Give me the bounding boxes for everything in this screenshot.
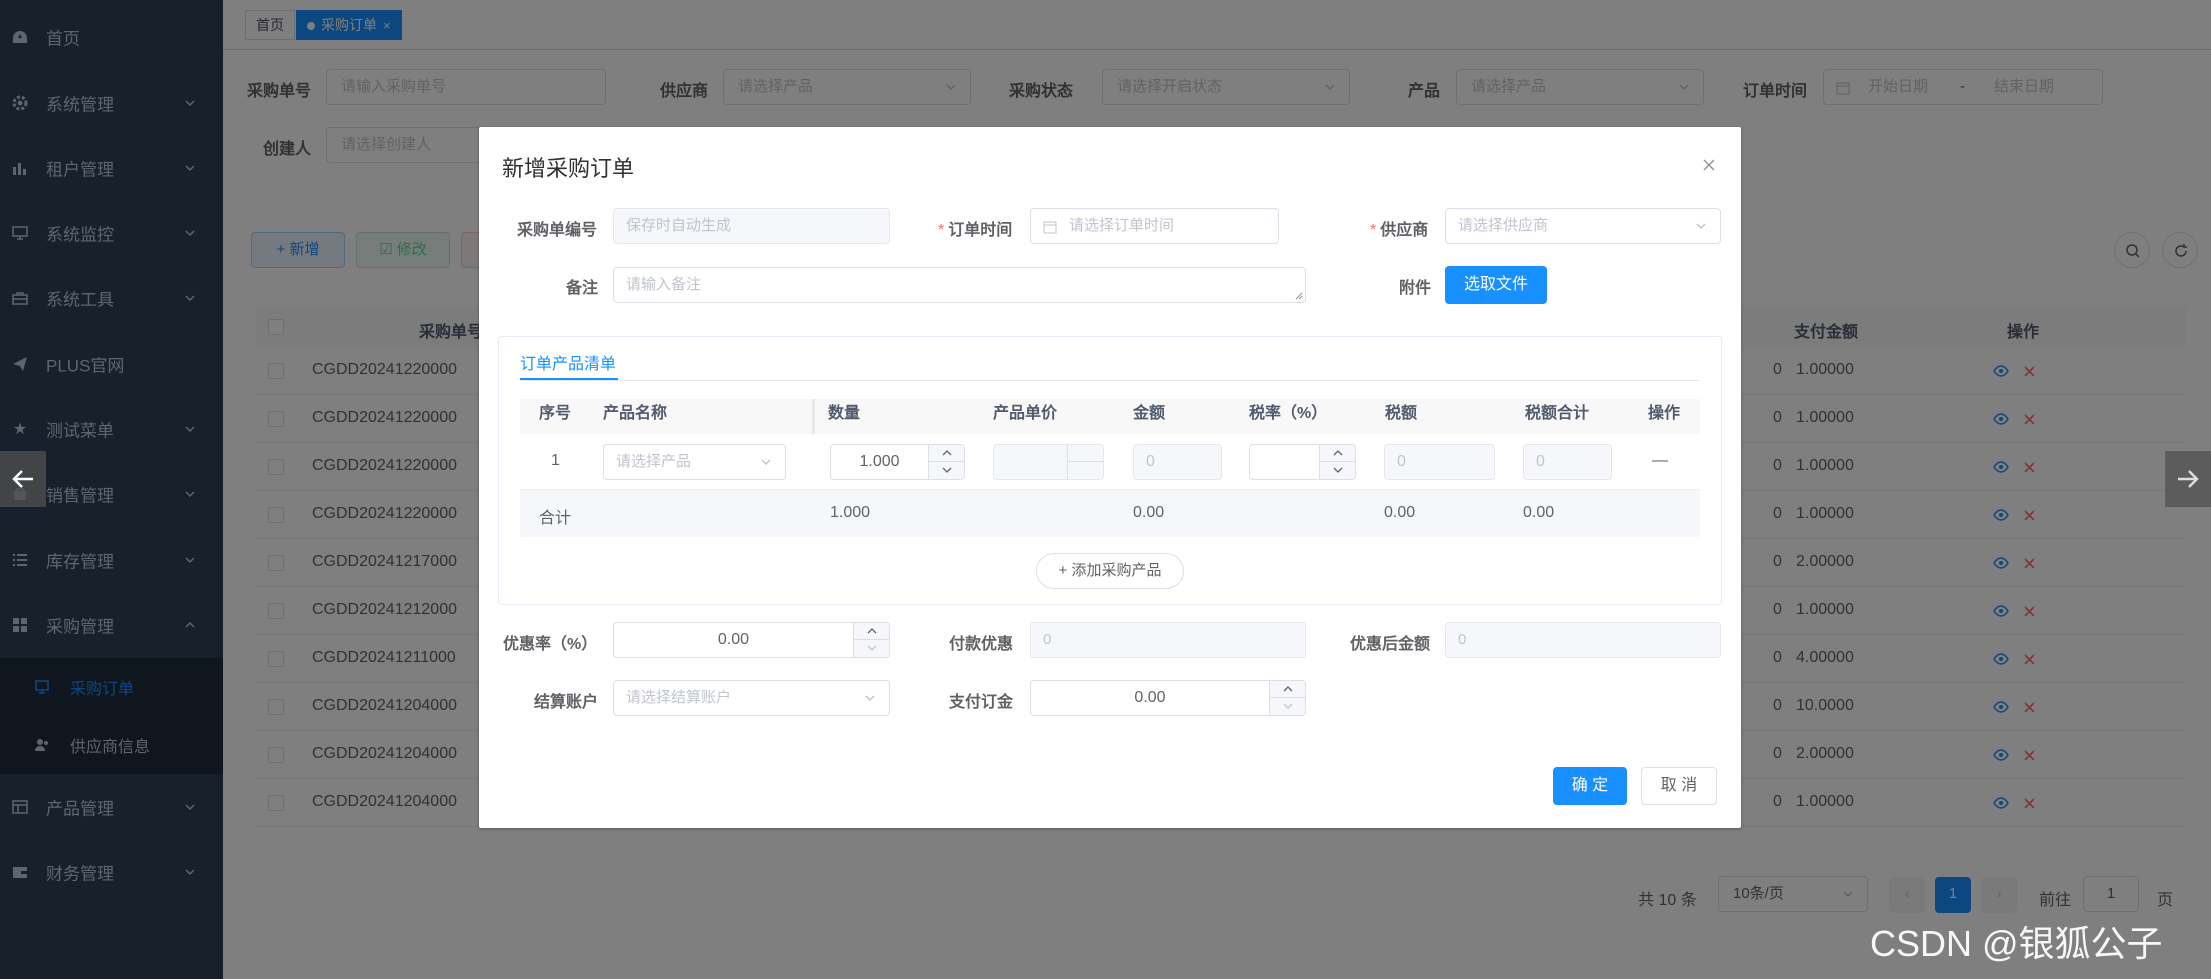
- decrement-button[interactable]: [1269, 698, 1305, 715]
- placeholder: 请选择订单时间: [1069, 217, 1175, 234]
- amount-input: 0: [1133, 444, 1222, 480]
- summary-quantity: 1.000: [830, 504, 871, 521]
- label-text: 订单时间: [948, 222, 1013, 239]
- chevron-down-icon: [1283, 703, 1293, 709]
- summary-label: 合计: [539, 510, 572, 527]
- tax-input: 0: [1384, 444, 1495, 480]
- summary-row: 合计 1.000 0.00 0.00 0.00: [520, 490, 1700, 537]
- placeholder: 请选择供应商: [1458, 217, 1549, 234]
- after-discount-input: 0: [1445, 622, 1721, 658]
- select-file-button[interactable]: 选取文件: [1445, 266, 1547, 304]
- deposit-stepper[interactable]: 0.00: [1030, 680, 1306, 716]
- supplier-label: * 供应商: [1370, 216, 1428, 240]
- decrement-button: [1067, 462, 1103, 479]
- chevron-down-icon: [942, 467, 952, 473]
- summary-tax: 0.00: [1384, 504, 1416, 521]
- increment-button[interactable]: [1269, 681, 1305, 698]
- add-product-button[interactable]: + 添加采购产品: [1036, 553, 1184, 589]
- deposit-value: 0.00: [1134, 689, 1166, 706]
- placeholder: 请选择结算账户: [626, 689, 732, 706]
- chevron-down-icon: [761, 459, 771, 466]
- col-quantity: 数量: [828, 405, 861, 422]
- order-time-picker[interactable]: 请选择订单时间: [1030, 208, 1279, 244]
- tax-rate-stepper[interactable]: [1249, 444, 1356, 480]
- tax-total-input: 0: [1523, 444, 1612, 480]
- chevron-down-icon: [867, 645, 877, 651]
- label-text: 供应商: [1380, 222, 1429, 239]
- tab-active-bar: [520, 378, 618, 380]
- confirm-button[interactable]: 确 定: [1553, 767, 1627, 805]
- row-index: 1: [551, 452, 560, 469]
- col-product-name: 产品名称: [603, 405, 668, 422]
- required-mark: *: [938, 222, 945, 239]
- product-table-header: 序号 产品名称 数量 产品单价 金额 税率（%） 税额 税额合计 操作: [520, 399, 1700, 434]
- payment-discount-input: 0: [1030, 622, 1306, 658]
- increment-button[interactable]: [1319, 445, 1355, 462]
- calendar-icon: [1043, 221, 1057, 234]
- chevron-up-icon: [1283, 686, 1293, 692]
- arrow-right-icon: [2178, 470, 2199, 488]
- discount-rate-label: 优惠率（%）: [503, 636, 598, 653]
- decrement-button[interactable]: [853, 640, 889, 657]
- remark-label: 备注: [566, 280, 599, 297]
- col-index: 序号: [539, 405, 572, 422]
- summary-tax-total: 0.00: [1523, 504, 1555, 521]
- account-select[interactable]: 请选择结算账户: [613, 680, 890, 716]
- account-label: 结算账户: [534, 694, 599, 711]
- increment-button[interactable]: [928, 445, 964, 462]
- product-list-card: 订单产品清单 序号 产品名称 数量 产品单价 金额 税率（%） 税额 税额合计 …: [498, 336, 1722, 605]
- supplier-select[interactable]: 请选择供应商: [1445, 208, 1721, 244]
- col-amount: 金额: [1133, 405, 1166, 422]
- product-row: 1 请选择产品 1.000 0 0 0 —: [520, 434, 1700, 490]
- order-no-input[interactable]: 保存时自动生成: [613, 208, 890, 244]
- summary-amount: 0.00: [1133, 504, 1165, 521]
- cancel-button[interactable]: 取 消: [1641, 767, 1717, 805]
- tab-order-products[interactable]: 订单产品清单: [520, 350, 616, 374]
- close-icon[interactable]: [1701, 157, 1717, 173]
- right-nav-arrow[interactable]: [2165, 451, 2211, 507]
- increment-button[interactable]: [853, 623, 889, 640]
- resize-handle-icon: [1295, 292, 1303, 300]
- watermark: CSDN @银狐公子: [1870, 923, 2163, 964]
- dialog-title: 新增采购订单: [502, 156, 635, 181]
- col-unit-price: 产品单价: [993, 405, 1058, 422]
- col-tax: 税额: [1385, 405, 1418, 422]
- placeholder: 请选择产品: [616, 453, 692, 470]
- remark-textarea[interactable]: 请输入备注: [613, 267, 1306, 303]
- attachment-label: 附件: [1399, 280, 1432, 297]
- add-purchase-order-dialog: 新增采购订单 采购单编号 保存时自动生成 * 订单时间 请选择订单时间 * 供应商 …: [479, 127, 1741, 828]
- after-discount-label: 优惠后金额: [1350, 636, 1431, 653]
- chevron-down-icon: [865, 695, 875, 702]
- chevron-up-icon: [942, 450, 952, 456]
- increment-button: [1067, 445, 1103, 462]
- placeholder: 保存时自动生成: [626, 217, 732, 234]
- decrement-button[interactable]: [928, 462, 964, 479]
- chevron-up-icon: [1333, 450, 1343, 456]
- row-action: —: [1652, 452, 1668, 469]
- quantity-value: 1.000: [859, 453, 900, 470]
- unit-price-stepper: [993, 444, 1104, 480]
- order-no-label: 采购单编号: [517, 222, 598, 239]
- discount-rate-value: 0.00: [717, 631, 750, 648]
- left-nav-arrow[interactable]: [0, 451, 46, 507]
- decrement-button[interactable]: [1319, 462, 1355, 479]
- product-select[interactable]: 请选择产品: [603, 444, 786, 480]
- col-actions: 操作: [1648, 405, 1681, 422]
- col-tax-total: 税额合计: [1525, 405, 1590, 422]
- col-tax-rate: 税率（%）: [1249, 405, 1328, 422]
- order-time-label: * 订单时间: [938, 216, 1012, 240]
- chevron-up-icon: [867, 628, 877, 634]
- required-mark: *: [1370, 222, 1377, 239]
- payment-discount-label: 付款优惠: [949, 636, 1014, 653]
- deposit-label: 支付订金: [949, 694, 1014, 711]
- chevron-down-icon: [1333, 467, 1343, 473]
- discount-rate-stepper[interactable]: 0.00: [613, 622, 890, 658]
- placeholder: 请输入备注: [626, 276, 702, 293]
- quantity-stepper[interactable]: 1.000: [830, 444, 965, 480]
- tab-divider: [520, 380, 1700, 381]
- chevron-down-icon: [1696, 223, 1706, 230]
- arrow-left-icon: [12, 470, 33, 488]
